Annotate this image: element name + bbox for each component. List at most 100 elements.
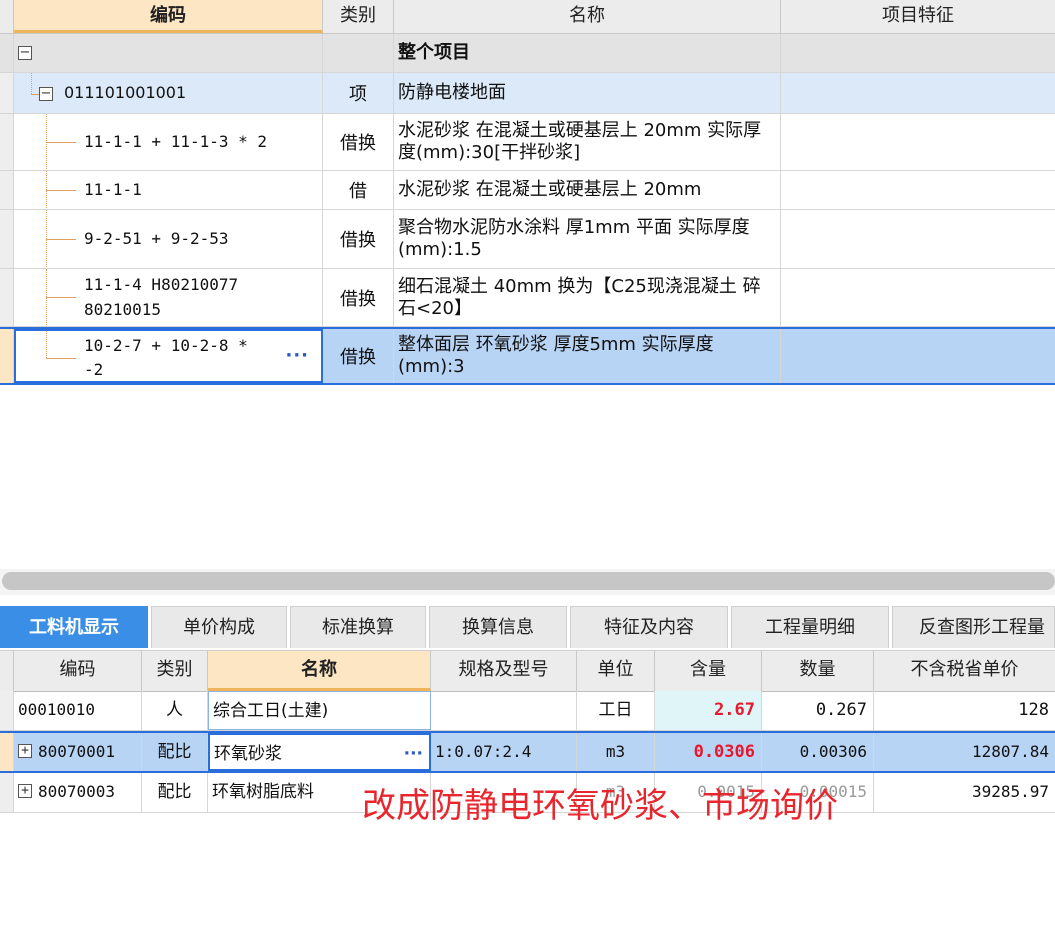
tree-connector — [31, 94, 39, 95]
cell-price[interactable]: 39285.97 — [874, 773, 1055, 812]
feature-cell[interactable] — [781, 269, 1055, 326]
tree-row-sub[interactable]: 11-1-4 H80210077 80210015 借换 细石混凝土 40mm … — [0, 269, 1055, 327]
row-indicator — [0, 114, 14, 170]
sub-name: 水泥砂浆 在混凝土或硬基层上 20mm — [398, 179, 702, 200]
tree-connector — [31, 73, 32, 94]
tree-connector — [46, 331, 47, 358]
row-indicator — [0, 73, 14, 113]
header-quantity[interactable]: 数量 — [762, 651, 874, 691]
tree-row-group[interactable]: − 整个项目 — [0, 34, 1055, 73]
cell-type: 配比 — [142, 773, 208, 812]
more-options-icon[interactable]: ··· — [404, 735, 423, 769]
expand-icon[interactable]: + — [18, 743, 32, 758]
feature-cell[interactable] — [781, 114, 1055, 170]
scrollbar-thumb[interactable] — [2, 572, 1055, 590]
tab-features-content[interactable]: 特征及内容 — [570, 606, 728, 648]
header-spec[interactable]: 规格及型号 — [431, 651, 577, 691]
tree-connector — [46, 297, 76, 298]
header-feature[interactable]: 项目特征 — [781, 0, 1055, 33]
cell-type: 人 — [142, 691, 208, 730]
code-cell: 11-1-4 H80210077 80210015 — [14, 269, 323, 326]
top-grid-header: 编码 类别 名称 项目特征 — [0, 0, 1055, 34]
sub-type: 借换 — [340, 347, 376, 368]
header-code[interactable]: 编码 — [14, 0, 323, 33]
cell-price[interactable]: 128 — [874, 691, 1055, 730]
row-indicator — [0, 691, 14, 730]
code-cell-editing[interactable]: 10-2-7 + 10-2-8 * -2 ··· — [14, 329, 323, 383]
tree-row-sub[interactable]: 11-1-1 + 11-1-3 * 2 借换 水泥砂浆 在混凝土或硬基层上 20… — [0, 114, 1055, 171]
tab-labor-material-machine[interactable]: 工料机显示 — [0, 606, 148, 648]
collapse-icon[interactable]: − — [39, 87, 53, 101]
cell-name[interactable]: 综合工日(土建) — [208, 691, 431, 730]
code-cell: − 011101001001 — [14, 73, 323, 113]
sub-code: 10-2-7 + 10-2-8 * — [84, 336, 248, 355]
row-indicator — [0, 773, 14, 812]
more-options-icon[interactable]: ··· — [285, 345, 309, 366]
table-row[interactable]: 00010010 人 综合工日(土建) 工日 2.67 0.267 128 — [0, 691, 1055, 731]
cell-content[interactable]: 0.0306 — [655, 733, 762, 771]
row-indicator — [0, 210, 14, 268]
feature-cell[interactable] — [781, 73, 1055, 113]
expand-icon[interactable]: + — [18, 783, 32, 798]
code-cell: 11-1-1 + 11-1-3 * 2 — [14, 114, 323, 170]
row-indicator — [0, 329, 14, 383]
tab-unit-price-composition[interactable]: 单价构成 — [151, 606, 287, 648]
cell-code-text: 80070003 — [38, 782, 116, 801]
cell-quantity: 0.00306 — [762, 733, 874, 771]
item-name: 防静电楼地面 — [398, 82, 506, 103]
feature-cell[interactable] — [781, 171, 1055, 209]
feature-cell[interactable] — [781, 210, 1055, 268]
name-cell: 细石混凝土 40mm 换为【C25现浇混凝土 碎石<20】 — [394, 269, 781, 326]
group-name: 整个项目 — [398, 42, 470, 63]
tree-row-sub[interactable]: 11-1-1 借 水泥砂浆 在混凝土或硬基层上 20mm — [0, 171, 1055, 210]
name-cell: 防静电楼地面 — [394, 73, 781, 113]
cell-spec[interactable] — [431, 691, 577, 730]
header-name[interactable]: 名称 — [394, 0, 781, 33]
header-price[interactable]: 不含税省单价 — [874, 651, 1055, 691]
code-cell: 9-2-51 + 9-2-53 — [14, 210, 323, 268]
tree-connector — [46, 239, 76, 240]
row-indicator — [0, 733, 14, 771]
header-type[interactable]: 类别 — [142, 651, 208, 691]
cell-price[interactable]: 12807.84 — [874, 733, 1055, 771]
tree-row-sub[interactable]: 9-2-51 + 9-2-53 借换 聚合物水泥防水涂料 厚1mm 平面 实际厚… — [0, 210, 1055, 269]
header-unit[interactable]: 单位 — [577, 651, 655, 691]
header-content[interactable]: 含量 — [655, 651, 762, 691]
row-indicator — [0, 171, 14, 209]
cell-spec[interactable]: 1:0.07:2.4 — [431, 733, 577, 771]
sub-name: 水泥砂浆 在混凝土或硬基层上 20mm 实际厚度(mm):30[干拌砂浆] — [398, 120, 762, 163]
tree-row-sub-selected[interactable]: 10-2-7 + 10-2-8 * -2 ··· 借换 整体面层 环氧砂浆 厚度… — [0, 327, 1055, 385]
header-code[interactable]: 编码 — [14, 651, 142, 691]
item-type: 项 — [349, 84, 367, 105]
item-code: 011101001001 — [64, 83, 187, 102]
code-cell: − — [14, 34, 323, 72]
tree-row-item[interactable]: − 011101001001 项 防静电楼地面 — [0, 73, 1055, 114]
name-cell: 整个项目 — [394, 34, 781, 72]
tab-standard-conversion[interactable]: 标准换算 — [290, 606, 426, 648]
tree-connector — [46, 358, 76, 359]
cell-code: 00010010 — [14, 691, 142, 730]
cell-code-text: 80070001 — [38, 742, 116, 761]
feature-cell[interactable] — [781, 329, 1055, 383]
type-cell: 借换 — [323, 269, 394, 326]
collapse-icon[interactable]: − — [18, 46, 32, 60]
cell-content[interactable]: 2.67 — [655, 691, 762, 730]
cell-name-text: 环氧砂浆 — [214, 744, 282, 764]
table-row-selected[interactable]: +80070001 配比 环氧砂浆 ··· 1:0.07:2.4 m3 0.03… — [0, 731, 1055, 773]
header-type[interactable]: 类别 — [323, 0, 394, 33]
tab-quantity-detail[interactable]: 工程量明细 — [731, 606, 889, 648]
sub-type: 借换 — [340, 230, 376, 251]
header-name[interactable]: 名称 — [208, 651, 431, 691]
bottom-grid-header: 编码 类别 名称 规格及型号 单位 含量 数量 不含税省单价 — [0, 650, 1055, 692]
tab-conversion-info[interactable]: 换算信息 — [429, 606, 567, 648]
name-cell: 整体面层 环氧砂浆 厚度5mm 实际厚度(mm):3 — [394, 329, 781, 383]
type-cell: 项 — [323, 73, 394, 113]
type-cell: 借换 — [323, 210, 394, 268]
type-cell: 借换 — [323, 329, 394, 383]
sub-type: 借换 — [340, 133, 376, 154]
cell-name-editing[interactable]: 环氧砂浆 ··· — [208, 733, 431, 771]
tab-reverse-lookup-quantity[interactable]: 反查图形工程量 — [892, 606, 1055, 648]
name-cell: 水泥砂浆 在混凝土或硬基层上 20mm — [394, 171, 781, 209]
horizontal-scrollbar[interactable] — [0, 569, 1055, 595]
cell-code: +80070001 — [14, 733, 142, 771]
